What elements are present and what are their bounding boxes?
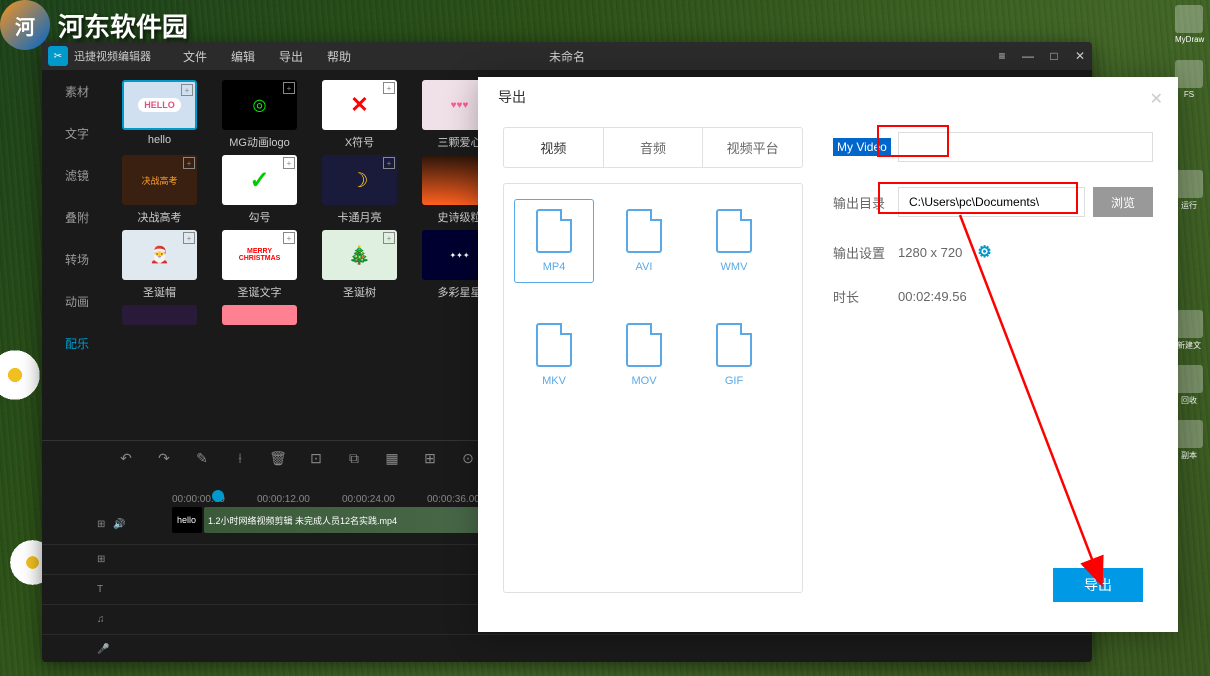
watermark-logo: 河 河东软件园: [0, 0, 188, 50]
sidebar-item-overlay[interactable]: 叠附: [42, 196, 112, 238]
dir-input[interactable]: [898, 187, 1085, 217]
format-mkv[interactable]: MKV: [524, 323, 584, 387]
export-tabs: 视频 音频 视频平台: [503, 127, 803, 168]
hamburger-icon[interactable]: ≡: [995, 49, 1009, 63]
settings-label: 输出设置: [833, 243, 898, 262]
clip-main-video[interactable]: 1.2小时网络视频剪辑 未完成人员12名实践.mp4: [204, 507, 524, 533]
tab-audio[interactable]: 音频: [604, 128, 704, 167]
menu-edit[interactable]: 编辑: [219, 48, 267, 65]
dialog-close-icon[interactable]: ✕: [1150, 89, 1163, 109]
format-mov[interactable]: MOV: [614, 323, 674, 387]
minimize-icon[interactable]: —: [1021, 49, 1035, 63]
close-icon[interactable]: ✕: [1073, 49, 1087, 63]
asset-moon[interactable]: ☽+ 卡通月亮: [322, 155, 397, 225]
sidebar-item-transition[interactable]: 转场: [42, 238, 112, 280]
delete-icon[interactable]: 🗑: [269, 449, 287, 467]
freeze-icon[interactable]: ⊞: [421, 449, 439, 467]
settings-value: 1280 x 720: [898, 245, 962, 260]
app-name: 迅捷视频编辑器: [74, 48, 151, 64]
name-value-highlight: My Video: [833, 138, 891, 156]
dialog-title: 导出: [498, 87, 526, 107]
mosaic-icon[interactable]: ▦: [383, 449, 401, 467]
mute-icon[interactable]: 🔊: [113, 519, 125, 530]
sidebar: 素材 文字 滤镜 叠附 转场 动画 配乐: [42, 70, 112, 440]
asset-x-symbol[interactable]: ✕+ X符号: [322, 80, 397, 150]
track-voice[interactable]: 🎤: [42, 635, 1092, 662]
dir-label: 输出目录: [833, 193, 898, 212]
asset-mg-logo[interactable]: ◎+ MG动画logo: [222, 80, 297, 150]
tab-platform[interactable]: 视频平台: [703, 128, 802, 167]
document-title: 未命名: [549, 48, 585, 65]
clip-hello[interactable]: hello: [172, 507, 202, 533]
asset-hello[interactable]: HELLO+ hello: [122, 80, 197, 150]
crop-icon[interactable]: ⊡: [307, 449, 325, 467]
asset-checkmark[interactable]: ✓+ 勾号: [222, 155, 297, 225]
browse-button[interactable]: 浏览: [1093, 187, 1153, 217]
asset-santa-hat[interactable]: 🎅+ 圣诞帽: [122, 230, 197, 300]
menu-file[interactable]: 文件: [171, 48, 219, 65]
format-mp4[interactable]: MP4: [524, 209, 584, 273]
menu-help[interactable]: 帮助: [315, 48, 363, 65]
name-input[interactable]: [898, 132, 1153, 162]
asset-xmas-text[interactable]: MERRYCHRISTMAS+ 圣诞文字: [222, 230, 297, 300]
format-wmv[interactable]: WMV: [704, 209, 764, 273]
duration-label: 时长: [833, 287, 898, 306]
sidebar-item-material[interactable]: 素材: [42, 70, 112, 112]
split-icon[interactable]: ⟊: [231, 449, 249, 467]
export-submit-button[interactable]: 导出: [1053, 568, 1143, 602]
duration-value: 00:02:49.56: [898, 289, 967, 304]
desktop-icons: MyDraw FS 运行 新建文 回收 副本: [1175, 5, 1205, 475]
video-track-icon: ⊞: [97, 519, 105, 530]
playhead[interactable]: [212, 490, 224, 502]
copy-icon[interactable]: ⧉: [345, 449, 363, 467]
sidebar-item-animation[interactable]: 动画: [42, 280, 112, 322]
asset-gaokao[interactable]: 决战高考+ 决战高考: [122, 155, 197, 225]
gear-icon[interactable]: ⚙: [977, 242, 991, 262]
menu-export[interactable]: 导出: [267, 48, 315, 65]
sidebar-item-music[interactable]: 配乐: [42, 322, 112, 364]
tab-video[interactable]: 视频: [504, 128, 604, 167]
redo-icon[interactable]: ↷: [155, 449, 173, 467]
speed-icon[interactable]: ⊙: [459, 449, 477, 467]
titlebar: ✂ 迅捷视频编辑器 文件 编辑 导出 帮助 未命名 ≡ — □ ✕: [42, 42, 1092, 70]
sidebar-item-filter[interactable]: 滤镜: [42, 154, 112, 196]
format-avi[interactable]: AVI: [614, 209, 674, 273]
asset-xmas-tree[interactable]: 🎄+ 圣诞树: [322, 230, 397, 300]
undo-icon[interactable]: ↶: [117, 449, 135, 467]
export-dialog: 导出 ✕ 视频 音频 视频平台 MP4 AVI WMV MKV MOV GIF: [478, 77, 1178, 632]
edit-icon[interactable]: ✎: [193, 449, 211, 467]
format-gif[interactable]: GIF: [704, 323, 764, 387]
sidebar-item-text[interactable]: 文字: [42, 112, 112, 154]
maximize-icon[interactable]: □: [1047, 49, 1061, 63]
